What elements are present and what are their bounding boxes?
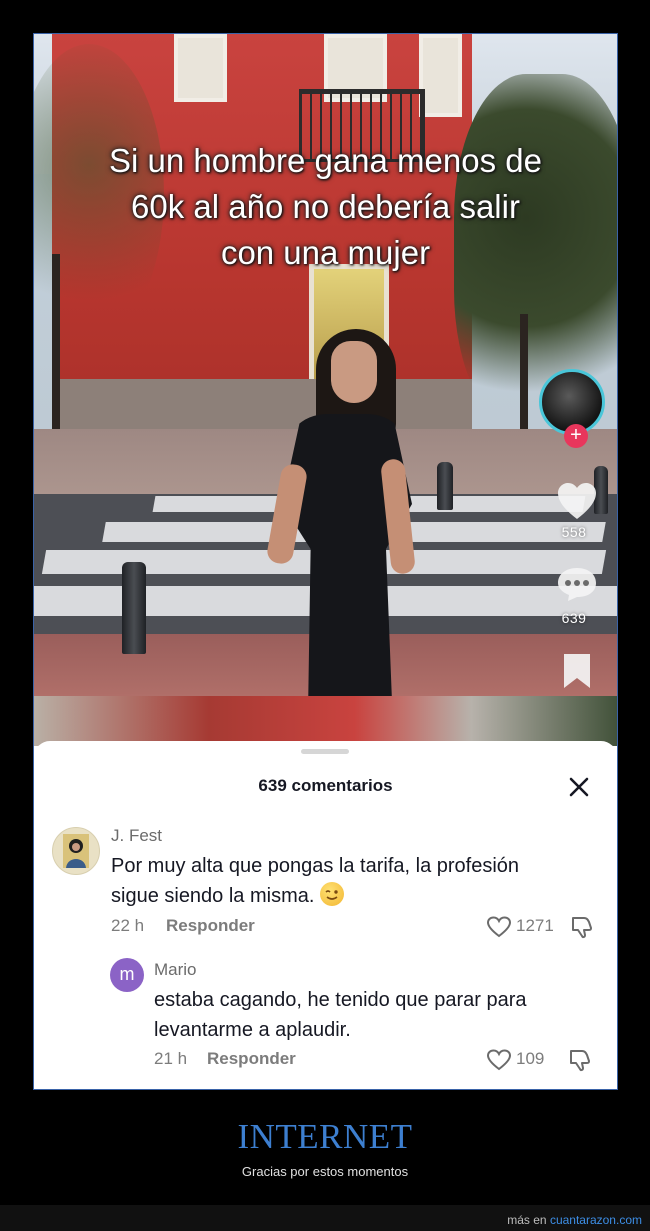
sheet-drag-handle[interactable] <box>301 749 349 754</box>
thumbs-down-icon[interactable] <box>567 1047 593 1073</box>
comment-count: 639 <box>561 610 587 626</box>
reply-button[interactable]: Responder <box>166 916 255 936</box>
commenter-avatar[interactable]: m <box>110 958 144 992</box>
comment-line: sigue siendo la misma. <box>111 881 519 911</box>
comments-title: 639 comentarios <box>258 776 393 795</box>
category-subtitle: Gracias por estos momentos <box>241 1164 409 1179</box>
comments-sheet: 639 comentarios J. Fest Por muy alta que… <box>34 741 617 1089</box>
comment-time: 22 h <box>111 916 145 935</box>
caption-line: 60k al año no debería salir <box>131 188 520 225</box>
portrait-icon <box>63 834 89 868</box>
bookmark-icon[interactable] <box>561 652 593 690</box>
building-window <box>419 34 462 117</box>
comment-like-count: 109 <box>516 1049 545 1068</box>
close-icon[interactable] <box>566 774 592 800</box>
winking-face-emoji <box>320 882 345 906</box>
post-frame: Si un hombre gana menos de 60k al año no… <box>33 33 618 1090</box>
avatar-letter: m <box>119 964 135 984</box>
category-title[interactable]: INTERNET <box>0 1117 650 1157</box>
site-credit: más en cuantarazon.com <box>507 1213 642 1227</box>
comment-line: levantarme a aplaudir. <box>154 1019 351 1041</box>
comment-author[interactable]: J. Fest <box>111 826 162 846</box>
video-preview-strip <box>34 696 617 746</box>
comment-line: Por muy alta que pongas la tarifa, la pr… <box>111 855 520 877</box>
bollard <box>437 462 453 510</box>
caption-line: Si un hombre gana menos de <box>109 142 542 179</box>
credit-prefix: más en <box>507 1213 547 1227</box>
site-link[interactable]: cuantarazon.com <box>550 1213 642 1227</box>
commenter-avatar[interactable] <box>52 827 100 875</box>
comment-author[interactable]: Mario <box>154 960 197 980</box>
comment-like-count: 1271 <box>516 916 554 935</box>
caption-line: con una mujer <box>220 234 431 271</box>
video-caption: Si un hombre gana menos de 60k al año no… <box>34 138 617 276</box>
like-count: 558 <box>561 524 587 540</box>
tree-trunk <box>52 254 60 454</box>
comment-bubble-icon[interactable] <box>556 566 598 602</box>
building-window <box>174 34 227 102</box>
bollard <box>122 562 146 654</box>
heart-outline-icon[interactable] <box>486 1048 512 1072</box>
heart-icon[interactable] <box>556 481 598 523</box>
follow-plus-icon[interactable]: + <box>564 424 588 448</box>
reply-button[interactable]: Responder <box>207 1049 296 1069</box>
comment-time: 21 h <box>154 1049 188 1068</box>
woman-face <box>331 341 377 403</box>
video-player[interactable]: Si un hombre gana menos de 60k al año no… <box>34 34 617 696</box>
comment-text: estaba cagando, he tenido que parar para… <box>154 985 527 1045</box>
tree-trunk <box>520 314 528 429</box>
thumbs-down-icon[interactable] <box>569 914 595 940</box>
building-base <box>52 379 472 434</box>
comment-line: estaba cagando, he tenido que parar para <box>154 989 527 1011</box>
heart-outline-icon[interactable] <box>486 915 512 939</box>
comment-text: Por muy alta que pongas la tarifa, la pr… <box>111 851 519 911</box>
comment-line-text: sigue siendo la misma. <box>111 885 315 907</box>
